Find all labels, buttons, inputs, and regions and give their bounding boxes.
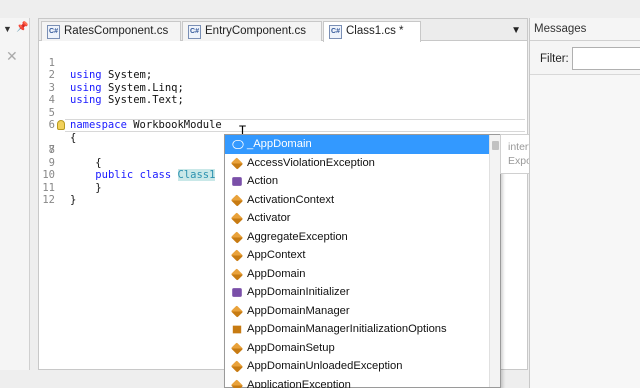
tab-label: RatesComponent.cs — [64, 25, 169, 37]
messages-list — [530, 74, 640, 388]
lightbulb-icon[interactable] — [57, 120, 65, 130]
completion-item-label: AppDomainInitializer — [247, 286, 350, 298]
code-line: 2 using System.Linq; — [39, 57, 527, 94]
delegate-icon — [232, 177, 242, 186]
close-icon[interactable]: ✕ — [6, 48, 18, 65]
completion-item[interactable]: AppDomainInitializer — [225, 283, 489, 302]
csharp-file-icon: C# — [188, 25, 201, 39]
completion-item-label: AppDomainUnloadedException — [247, 360, 403, 372]
left-panel-toolbar: ▼ 📌 — [0, 18, 30, 40]
completion-item[interactable]: AppContext — [225, 246, 489, 265]
completion-item-label: AppDomainSetup — [247, 341, 335, 354]
completion-item[interactable]: AppDomainManager — [225, 302, 489, 321]
scrollbar-thumb[interactable] — [492, 141, 499, 150]
csharp-file-icon: C# — [47, 25, 60, 39]
completion-item[interactable]: AccessViolationException — [225, 154, 489, 173]
ide-window: { "tabs": [ {"label": "RatesComponent.cs… — [0, 0, 640, 388]
completion-item[interactable]: AppDomainUnloadedException — [225, 357, 489, 376]
code-line: 1 using System; — [39, 44, 527, 82]
completion-item[interactable]: ActivationContext — [225, 191, 489, 210]
top-strip — [0, 0, 640, 18]
tab-entrycomponent[interactable]: C# EntryComponent.cs — [182, 21, 322, 41]
line-number: 12 — [42, 194, 55, 206]
completion-item-label: ApplicationException — [247, 378, 351, 388]
document-tabbar: C# RatesComponent.cs C# EntryComponent.c… — [39, 19, 527, 42]
csharp-file-icon: C# — [329, 25, 342, 39]
code-line: 5 namespace WorkbookModule — [39, 94, 527, 132]
code-line: 3 using System.Text; — [39, 69, 527, 107]
completion-item[interactable]: _AppDomain — [225, 135, 489, 154]
tab-list-dropdown-icon[interactable]: ▼ — [511, 25, 521, 36]
completion-item-label: AppDomainManagerInitializationOptions — [247, 323, 447, 335]
tab-label: EntryComponent.cs — [205, 25, 306, 37]
completion-item-label: Action — [247, 175, 279, 187]
completion-item-label: AppDomainManager — [247, 304, 350, 317]
completion-item[interactable]: Action — [225, 172, 489, 191]
class-icon — [230, 304, 244, 318]
completion-item[interactable]: ApplicationException — [225, 376, 489, 388]
tab-class1[interactable]: C# Class1.cs * — [323, 21, 421, 42]
completion-item[interactable]: AppDomain — [225, 265, 489, 284]
filter-label: Filter: — [540, 53, 569, 65]
dropdown-arrow-icon[interactable]: ▼ — [3, 24, 12, 34]
enum-icon — [232, 325, 242, 334]
completion-item-label: Activator — [247, 212, 291, 224]
completion-item[interactable]: AppDomainSetup — [225, 339, 489, 358]
class-icon — [230, 341, 244, 355]
code-line-current: 7 public class Class1 : — [39, 119, 527, 181]
tab-label: Class1.cs * — [346, 25, 404, 37]
code-line: 6 { — [39, 107, 527, 144]
completion-item[interactable]: Activator — [225, 209, 489, 228]
class-icon — [230, 230, 244, 244]
messages-title: Messages — [534, 23, 587, 35]
messages-panel: Messages Filter: — [529, 18, 640, 388]
completion-item-label: ActivationContext — [247, 193, 335, 206]
completion-list-popup[interactable]: _AppDomain AccessViolationException Acti… — [224, 134, 501, 388]
class-icon — [230, 360, 244, 373]
code-line: 4 — [39, 82, 527, 106]
completion-item-label: AppContext — [247, 249, 306, 261]
pin-icon[interactable]: 📌 — [16, 22, 28, 33]
filter-input[interactable] — [572, 47, 640, 70]
completion-item[interactable]: AggregateException — [225, 228, 489, 247]
class-icon — [230, 212, 244, 225]
completion-scrollbar[interactable] — [489, 135, 500, 387]
completion-item[interactable]: AppDomainManagerInitializationOptions — [225, 320, 489, 339]
class-icon — [230, 378, 244, 388]
completion-item-label: _AppDomain — [247, 138, 312, 150]
divider — [530, 40, 640, 41]
class-icon — [230, 156, 244, 170]
left-panel: ▼ 📌 ✕ — [0, 18, 30, 370]
completion-item-label: AppDomain — [247, 267, 306, 280]
completion-item-label: AccessViolationException — [247, 156, 375, 169]
interface-icon — [232, 140, 244, 149]
class-icon — [230, 193, 244, 207]
delegate-icon — [232, 288, 242, 297]
class-icon — [230, 267, 244, 281]
current-line-highlight — [65, 119, 525, 132]
class-icon — [230, 249, 244, 262]
tab-ratescomponent[interactable]: C# RatesComponent.cs — [41, 21, 181, 41]
completion-item-label: AggregateException — [247, 230, 348, 243]
